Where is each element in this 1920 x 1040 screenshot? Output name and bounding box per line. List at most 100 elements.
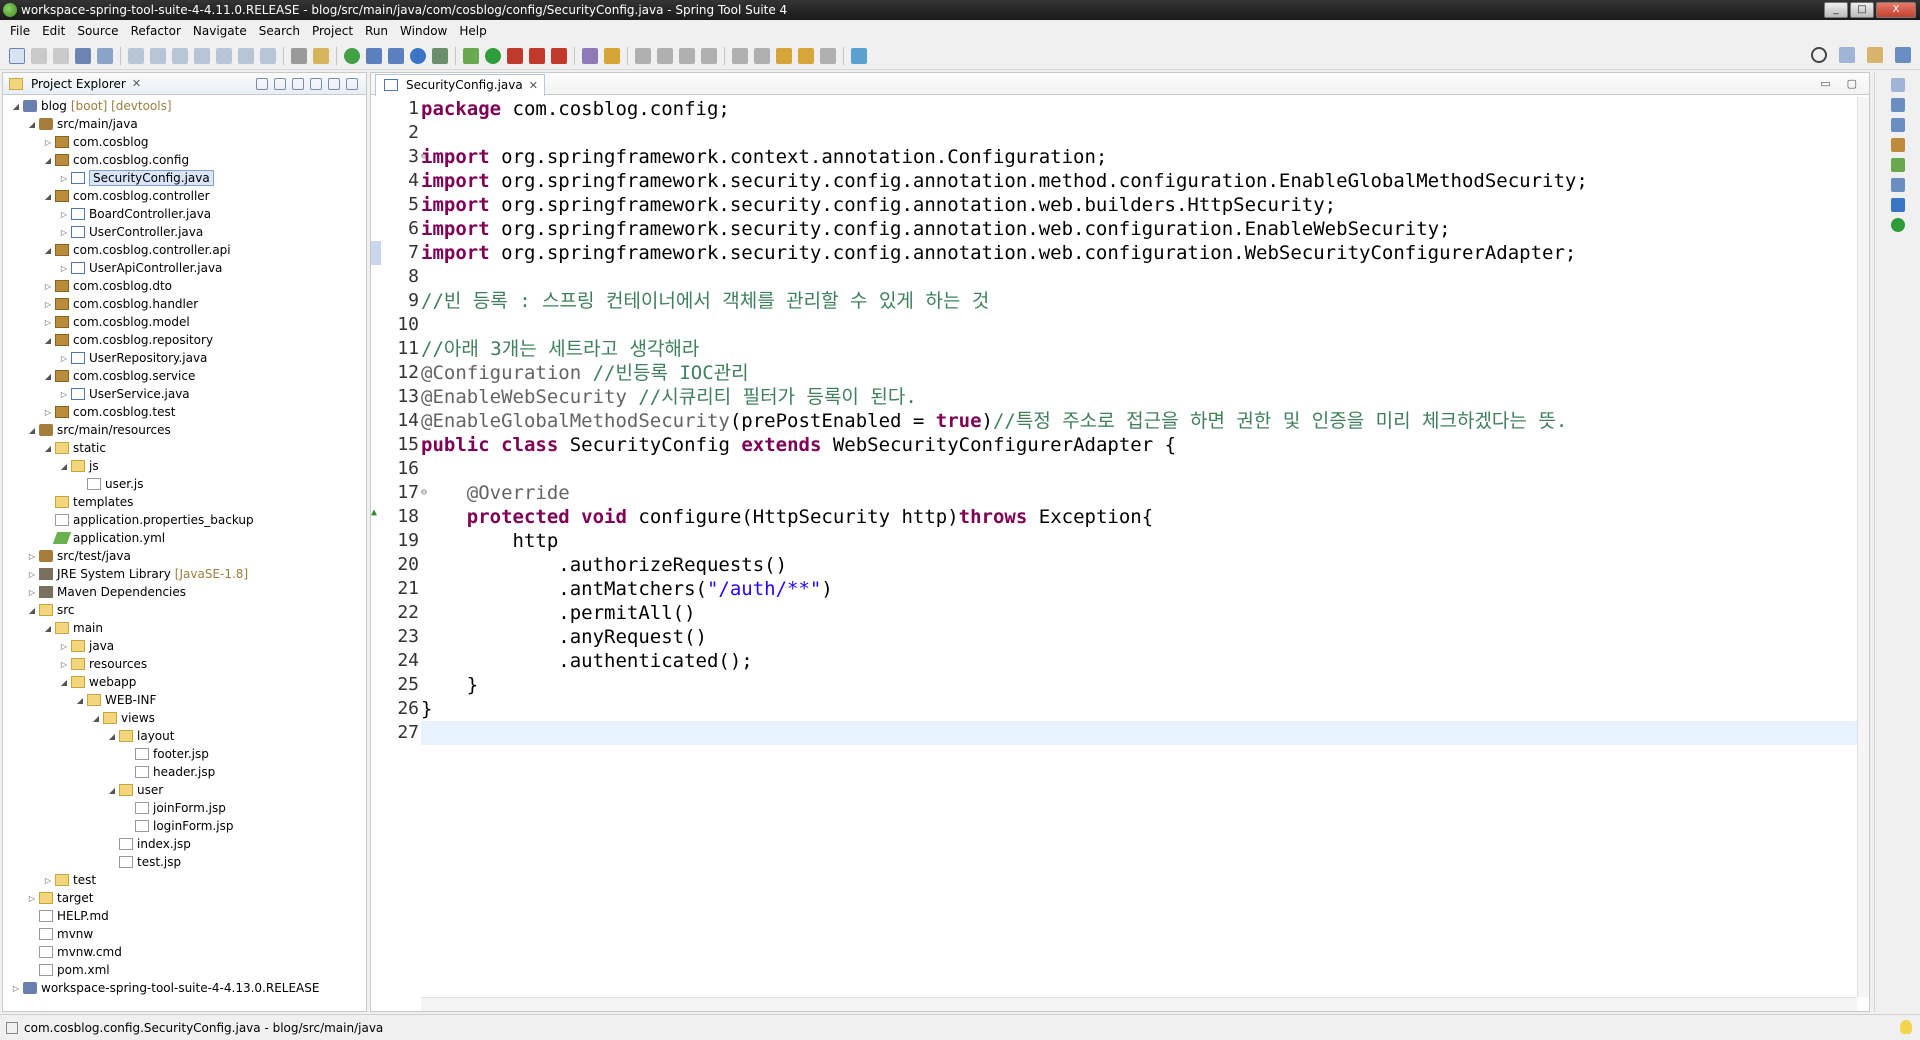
forward-icon[interactable] [820,47,836,64]
tree-item-com-cosblog-config[interactable]: ◢ com.cosblog.config [43,151,189,169]
close-icon[interactable]: ✕ [529,79,538,92]
show-whitespace-icon[interactable] [701,47,717,64]
minimize-button[interactable]: _ [1824,2,1848,18]
tree-item-test[interactable]: ▷ test [43,871,96,889]
open-task-icon[interactable] [604,47,620,64]
code-line[interactable] [421,121,1857,145]
code-line[interactable]: } [421,697,1857,721]
tree-item-src-main-resources[interactable]: ◢ src/main/resources [27,421,171,439]
tree-item-com-cosblog-test[interactable]: ▷ com.cosblog.test [43,403,175,421]
tree-item-userapicontroller-java[interactable]: ▷ UserApiController.java [59,259,222,277]
spring-explorer-icon[interactable] [1890,158,1905,172]
tree-item-joinform-jsp[interactable]: joinForm.jsp [123,799,226,817]
restore-icon[interactable] [1890,78,1905,92]
deploy-icon[interactable] [432,47,448,64]
tree-item-webapp[interactable]: ◢ webapp [59,673,136,691]
outline-icon[interactable] [1890,98,1905,112]
code-line[interactable]: //아래 3개는 세트라고 생각해라 [421,337,1857,361]
code-line[interactable]: protected void configure(HttpSecurity ht… [421,505,1857,529]
external-tools-icon[interactable] [529,47,545,64]
code-line[interactable]: @EnableGlobalMethodSecurity(prePostEnabl… [421,409,1857,433]
save-all-icon[interactable] [53,47,69,64]
maximize-editor-icon[interactable]: ▢ [1847,77,1857,90]
menu-project[interactable]: Project [306,24,359,38]
tree-item-com-cosblog-service[interactable]: ◢ com.cosblog.service [43,367,195,385]
use-step-filters-icon[interactable] [313,47,329,64]
menu-edit[interactable]: Edit [36,24,71,38]
code-line[interactable] [421,457,1857,481]
code-line[interactable]: @EnableWebSecurity //시큐리티 필터가 등록이 된다. [421,385,1857,409]
tree-item-blog[interactable]: ◢ blog [boot] [devtools] [11,97,172,115]
console-icon[interactable] [1890,198,1905,212]
toggle-mark-occurrences-icon[interactable] [635,47,651,64]
new-icon[interactable] [9,47,25,64]
tree-item-mvnw-cmd[interactable]: mvnw.cmd [27,943,122,961]
save-icon[interactable] [31,47,47,64]
tree-item-com-cosblog-controller[interactable]: ◢ com.cosblog.controller [43,187,210,205]
close-button[interactable]: X [1876,2,1916,18]
tree-item-help-md[interactable]: HELP.md [27,907,109,925]
tree-item-test-jsp[interactable]: test.jsp [107,853,181,871]
tree-item-com-cosblog-dto[interactable]: ▷ com.cosblog.dto [43,277,172,295]
link-with-editor-icon[interactable] [274,77,286,90]
close-icon[interactable]: ✕ [132,77,141,90]
back-icon[interactable] [798,47,814,64]
code-line[interactable]: .authorizeRequests() [421,553,1857,577]
tree-item-userservice-java[interactable]: ▷ UserService.java [59,385,190,403]
tree-item-footer-jsp[interactable]: footer.jsp [123,745,209,763]
search-tool-icon[interactable] [97,47,113,64]
tree-item-com-cosblog-repository[interactable]: ◢ com.cosblog.repository [43,331,213,349]
tree-item-static[interactable]: ◢ static [43,439,106,457]
next-annotation-icon[interactable] [732,47,748,64]
vertical-scrollbar[interactable] [1857,97,1869,997]
toggle-block-selection-icon[interactable] [679,47,695,64]
tree-item-usercontroller-java[interactable]: ▷ UserController.java [59,223,203,241]
spring-boot-dashboard-icon[interactable] [344,47,360,64]
tree-item-header-jsp[interactable]: header.jsp [123,763,215,781]
java-ee-perspective-icon[interactable] [1867,47,1883,63]
tree-item-templates[interactable]: templates [43,493,133,511]
coverage-icon[interactable] [507,47,523,64]
tree-item-src-main-java[interactable]: ◢ src/main/java [27,115,138,133]
globe-icon[interactable] [410,47,426,64]
skip-breakpoints-icon[interactable] [291,47,307,64]
code-line[interactable]: import org.springframework.context.annot… [421,145,1857,169]
last-edit-location-icon[interactable] [776,47,792,64]
code-line[interactable] [421,265,1857,289]
tree-item-resources[interactable]: ▷ resources [59,655,147,673]
java-perspective-icon[interactable] [1895,47,1911,63]
editor-tab-securityconfig[interactable]: SecurityConfig.java ✕ [375,73,545,96]
code-line[interactable]: //빈 등록 : 스프링 컨테이너에서 객체를 관리할 수 있게 하는 것 [421,289,1857,313]
code-line[interactable]: .permitAll() [421,601,1857,625]
step-return-icon[interactable] [260,47,276,64]
type-hierarchy-icon[interactable] [1890,138,1905,152]
code-line[interactable]: package com.cosblog.config; [421,97,1857,121]
code-line[interactable] [421,313,1857,337]
pin-editor-icon[interactable] [851,47,867,64]
stop-icon[interactable] [551,47,567,64]
boot-dashboard-icon[interactable] [1890,218,1905,232]
tree-item-application-yml[interactable]: application.yml [43,529,165,547]
terminate-icon[interactable] [172,47,188,64]
code-line[interactable]: @Configuration //빈등록 IOC관리 [421,361,1857,385]
tree-item-java[interactable]: ▷ java [59,637,114,655]
collapse-all-icon[interactable] [256,77,268,90]
code-line[interactable]: .anyRequest() [421,625,1857,649]
tree-item-js[interactable]: ◢ js [59,457,99,475]
project-explorer-tab[interactable]: Project Explorer ✕ [3,73,366,95]
tree-item-loginform-jsp[interactable]: loginForm.jsp [123,817,233,835]
code-area[interactable]: ▲ 1 2 3 4 5 6 7 8 9 10 11 12 13 14 15 16… [371,97,1857,997]
lightbulb-icon[interactable] [1900,1020,1912,1034]
tree-item-web-inf[interactable]: ◢ WEB-INF [75,691,157,709]
code-line[interactable]: import org.springframework.security.conf… [421,241,1857,265]
menu-run[interactable]: Run [359,24,394,38]
tree-item-boardcontroller-java[interactable]: ▷ BoardController.java [59,205,211,223]
disconnect-icon[interactable] [194,47,210,64]
previous-annotation-icon[interactable] [754,47,770,64]
tree-item-layout[interactable]: ◢ layout [107,727,175,745]
code-line[interactable]: import org.springframework.security.conf… [421,169,1857,193]
view-menu-icon[interactable] [310,77,322,90]
new-spring-project-icon[interactable] [366,47,382,64]
problems-icon[interactable] [1890,178,1905,192]
tree-item-src[interactable]: ◢ src [27,601,75,619]
